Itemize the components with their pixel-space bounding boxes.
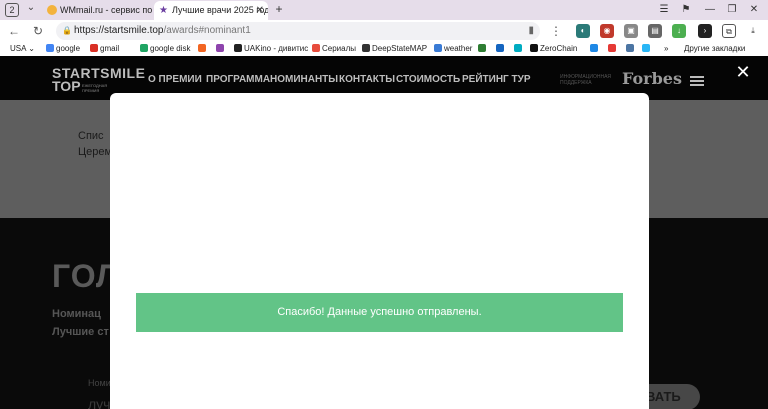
- bookmark-uakino[interactable]: UAKino - дивитис: [234, 43, 308, 55]
- bookmark-icon-only[interactable]: [496, 43, 506, 55]
- bookmark-weather[interactable]: weather: [434, 43, 472, 55]
- nav-link-program[interactable]: ПРОГРАММА: [206, 74, 270, 85]
- modal-dialog: Спасибо! Данные успешно отправлены.: [110, 93, 649, 409]
- tab-close-icon[interactable]: ✕: [256, 1, 264, 20]
- bookmark-zerochain[interactable]: ZeroChain: [530, 43, 577, 55]
- tab-list-chevron-icon[interactable]: ⌄: [24, 2, 38, 16]
- page-viewport: Спис Церем ГОЛ Номинац Лучшие ст Номи лу…: [0, 56, 768, 409]
- browser-tab-wmmail[interactable]: WMmail.ru - сервис почтовых: [42, 1, 152, 20]
- browser-tab-active[interactable]: ★ Лучшие врачи 2025 года ✕: [154, 1, 268, 20]
- minimize-button[interactable]: —: [702, 2, 718, 18]
- bookmark-favicon-icon: [608, 44, 616, 52]
- download-arrow-icon[interactable]: ↓: [672, 24, 686, 38]
- zerochain-icon: [530, 44, 538, 52]
- more-vertical-icon[interactable]: ⋮: [548, 23, 564, 39]
- uakino-icon: [234, 44, 242, 52]
- bookmark-overflow-icon[interactable]: »: [664, 43, 668, 55]
- bookmark-favicon-icon: [198, 44, 206, 52]
- serials-icon: [312, 44, 320, 52]
- back-arrow-icon[interactable]: ←: [6, 23, 22, 39]
- background-text: Спис: [78, 130, 104, 142]
- bookmark-icon-only[interactable]: [216, 43, 226, 55]
- snowflake-icon: [642, 44, 650, 52]
- url-field[interactable]: 🔒 https://startsmile.top/awards#nominant…: [56, 22, 540, 40]
- other-bookmarks[interactable]: Другие закладки: [684, 43, 745, 55]
- drive-icon: [140, 44, 148, 52]
- browser-tab-strip: 2 ⌄ WMmail.ru - сервис почтовых ★ Лучшие…: [0, 0, 768, 20]
- bookmark-deepstatemap[interactable]: DeepStateMAP: [362, 43, 427, 55]
- wmmail-favicon-icon: [47, 5, 57, 15]
- info-support-label: ИНФОРМАЦИОННАЯ ПОДДЕРЖКА: [560, 74, 612, 86]
- bookmark-icon-only[interactable]: [590, 43, 600, 55]
- gmail-icon: [90, 44, 98, 52]
- background-text: Номи: [88, 378, 111, 388]
- tab-title: Лучшие врачи 2025 года: [172, 5, 268, 15]
- bookmark-favicon-icon: [478, 44, 486, 52]
- tab-count-badge[interactable]: 2: [5, 3, 19, 17]
- bookmark-serials[interactable]: Сериалы: [312, 43, 356, 55]
- nav-link-contacts[interactable]: КОНТАКТЫ: [339, 74, 395, 85]
- bookmark-icon-only[interactable]: [478, 43, 488, 55]
- new-tab-button[interactable]: +: [272, 3, 286, 17]
- extensions-puzzle-icon[interactable]: ⧉: [722, 24, 736, 38]
- reload-icon[interactable]: ↻: [30, 23, 46, 39]
- background-text: Лучшие ст: [52, 326, 109, 338]
- bookmark-gmail[interactable]: gmail: [90, 43, 119, 55]
- site-logo-subtitle: ЕЖЕГОДНАЯ ПРЕМИЯ: [82, 83, 108, 93]
- background-text: Церем: [78, 146, 113, 158]
- nav-link-pricing[interactable]: СТОИМОСТЬ: [396, 74, 460, 85]
- extension-icon[interactable]: ◉: [600, 24, 614, 38]
- bookmarks-bar: USA ⌄ google gmail google disk UAKino - …: [0, 42, 768, 56]
- site-logo-line2: TOP: [52, 78, 81, 94]
- window-close-button[interactable]: ✕: [746, 2, 762, 18]
- extension-icon[interactable]: ▤: [648, 24, 662, 38]
- tab-title: WMmail.ru - сервис почтовых: [60, 5, 152, 15]
- bookmark-favicon-icon: [514, 44, 522, 52]
- weather-icon: [434, 44, 442, 52]
- nav-link-nominees[interactable]: НОМИНАНТЫ: [270, 74, 338, 85]
- bookmark-google[interactable]: google: [46, 43, 80, 55]
- background-text: Номинац: [52, 308, 101, 320]
- bookmark-favicon-icon: [496, 44, 504, 52]
- nav-link-about[interactable]: О ПРЕМИИ: [148, 74, 202, 85]
- hamburger-menu-icon[interactable]: [690, 76, 704, 86]
- partner-logo: Forbes: [622, 69, 682, 88]
- bookmark-usa[interactable]: USA ⌄: [10, 43, 35, 55]
- url-path: /awards#nominant1: [163, 25, 251, 36]
- bookmark-google-disk[interactable]: google disk: [140, 43, 190, 55]
- lock-icon: 🔒: [62, 26, 72, 35]
- extension-icon[interactable]: ›: [698, 24, 712, 38]
- bookmark-icon-only[interactable]: [608, 43, 618, 55]
- google-icon: [46, 44, 54, 52]
- bookmark-icon-only[interactable]: [626, 43, 636, 55]
- star-favicon-icon: ★: [159, 5, 168, 16]
- modal-close-icon[interactable]: ✕: [735, 63, 751, 81]
- browser-menu-icon[interactable]: ☰: [656, 2, 672, 18]
- vk-icon: [626, 44, 634, 52]
- bookmark-ribbon-icon[interactable]: ⚑: [678, 2, 694, 18]
- bookmark-icon[interactable]: ▮: [528, 22, 534, 40]
- bookmark-icon-only[interactable]: [198, 43, 208, 55]
- bookmark-favicon-icon: [216, 44, 224, 52]
- url-host: https://startsmile.top: [74, 25, 164, 36]
- bookmark-favicon-icon: [590, 44, 598, 52]
- nav-link-rating[interactable]: РЕЙТИНГ ТУР: [462, 74, 531, 85]
- downloads-icon[interactable]: ⤓: [746, 24, 760, 38]
- bookmark-icon-only[interactable]: [514, 43, 524, 55]
- maximize-button[interactable]: ❐: [724, 2, 740, 18]
- extension-icon[interactable]: ◐: [576, 24, 590, 38]
- success-message: Спасибо! Данные успешно отправлены.: [136, 293, 623, 332]
- browser-address-bar: ← ↻ 🔒 https://startsmile.top/awards#nomi…: [0, 20, 768, 42]
- bookmark-icon-only[interactable]: [642, 43, 652, 55]
- deepstate-icon: [362, 44, 370, 52]
- extension-icon[interactable]: ▣: [624, 24, 638, 38]
